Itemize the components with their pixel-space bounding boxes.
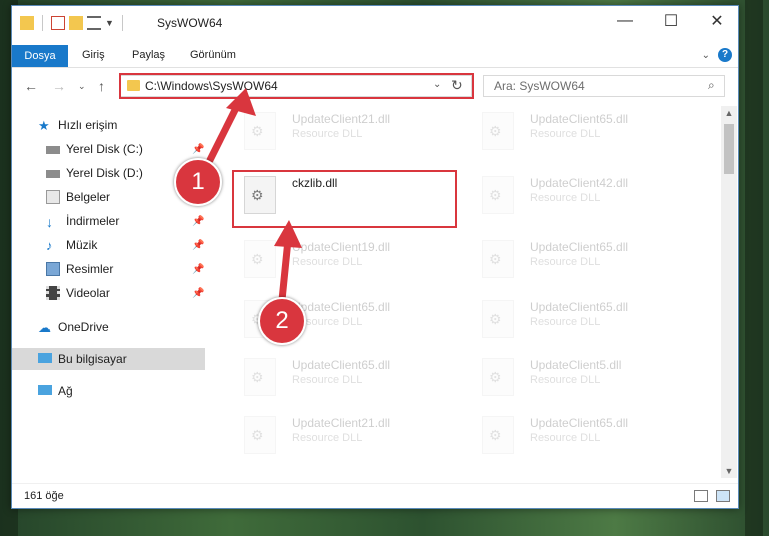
arrow-2-line	[278, 236, 292, 304]
arrow-2-head	[274, 220, 302, 248]
annotation-arrows	[206, 88, 302, 304]
step-marker-1: 1	[174, 158, 222, 206]
arrow-1-line	[206, 100, 242, 164]
step-marker-2: 2	[258, 297, 306, 345]
